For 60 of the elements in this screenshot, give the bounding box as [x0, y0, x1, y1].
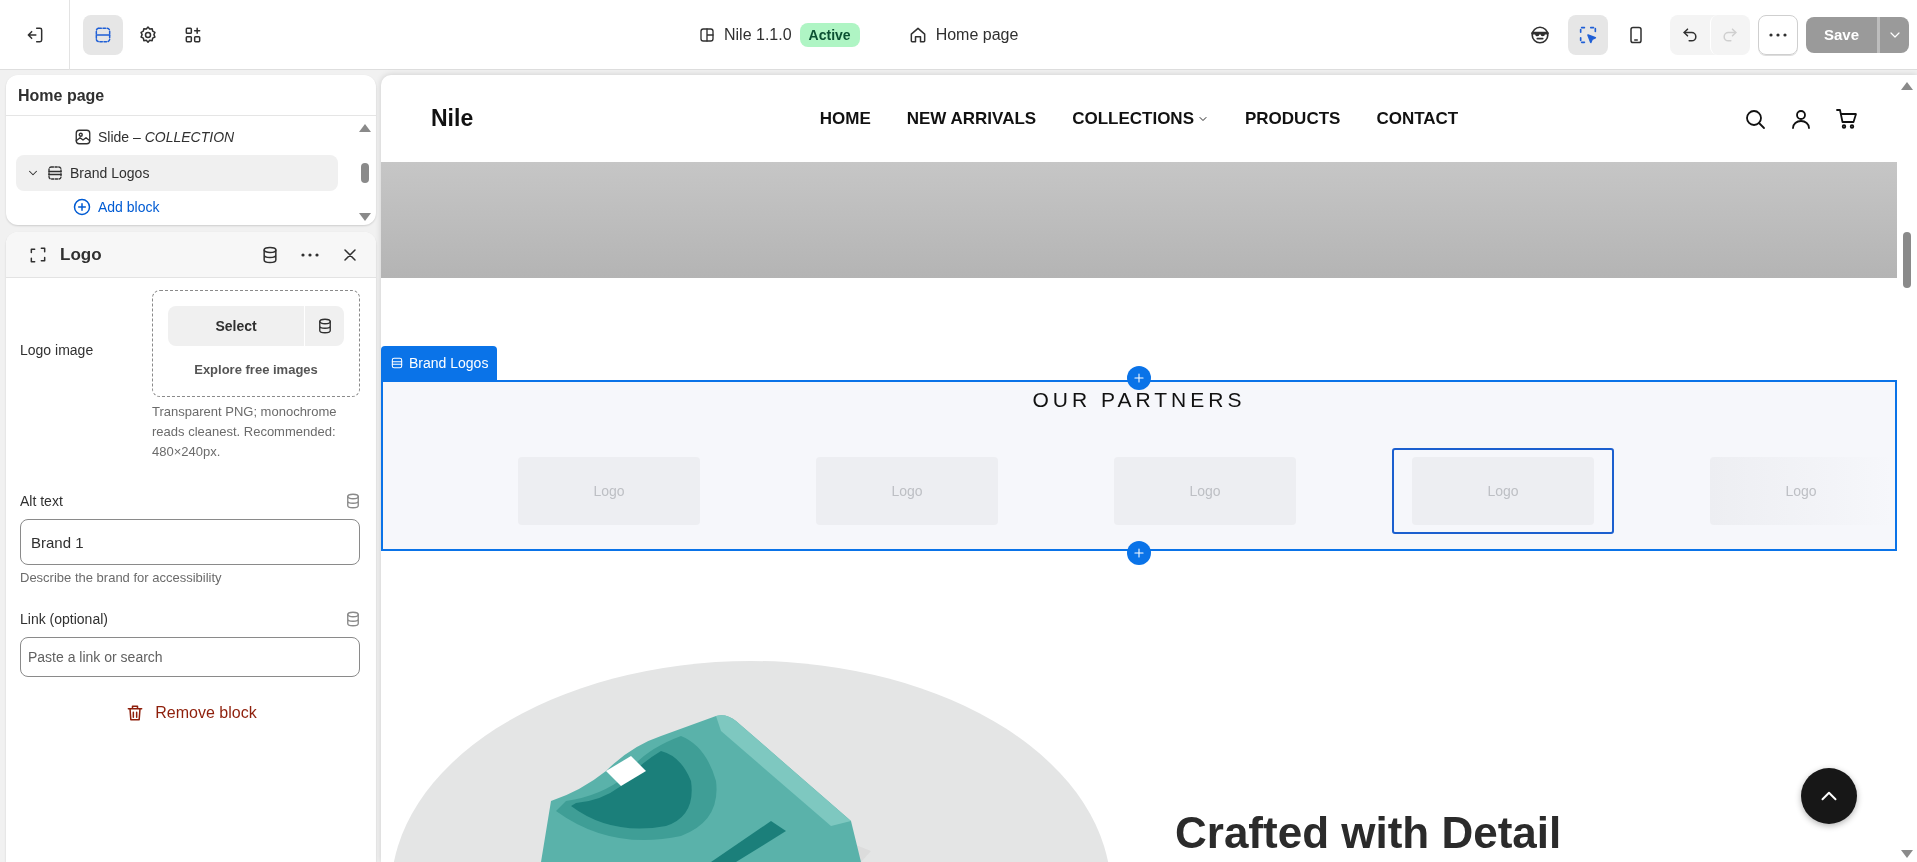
- page-name[interactable]: Home page: [935, 26, 1019, 44]
- image-icon: [74, 128, 92, 146]
- store-logo[interactable]: Nile: [431, 105, 474, 132]
- add-section-button[interactable]: [1127, 366, 1151, 390]
- nav-link[interactable]: CONTACT: [1376, 108, 1459, 129]
- status-badge: Active: [799, 23, 860, 47]
- dynamic-source-button[interactable]: [304, 306, 344, 346]
- tree-item-label: Brand Logos: [70, 165, 150, 181]
- select-view-button[interactable]: [1567, 14, 1608, 55]
- nav-link[interactable]: HOME: [819, 108, 871, 129]
- field-label: Logo image: [20, 341, 95, 358]
- field-label: Link (optional): [20, 611, 108, 627]
- back-to-top-button[interactable]: [1801, 768, 1857, 824]
- help-text: Describe the brand for accessibility: [20, 569, 223, 587]
- more-icon: [301, 252, 319, 257]
- more-icon: [1768, 32, 1787, 37]
- image-dropzone[interactable]: Select Explore free images: [152, 290, 360, 397]
- tree-item[interactable]: Slide – COLLECTION: [16, 119, 338, 155]
- help-text: Transparent PNG; monochrome reads cleanest. Recommended: 480×240px.: [152, 403, 338, 461]
- scrollbar-thumb[interactable]: [361, 162, 369, 183]
- database-icon: [344, 492, 362, 510]
- alt-text-field[interactable]: Brand 1: [20, 519, 360, 565]
- nav-link[interactable]: COLLECTIONS: [1072, 108, 1209, 129]
- section-heading: OUR PARTNERS: [1031, 388, 1247, 412]
- section-icon: [46, 164, 64, 182]
- scroll-up-icon[interactable]: [1901, 82, 1913, 90]
- add-block-label: Add block: [98, 199, 160, 215]
- scrollbar-thumb[interactable]: [1903, 232, 1911, 288]
- section-tag[interactable]: Brand Logos: [381, 346, 498, 380]
- face-icon: [1528, 23, 1551, 46]
- scroll-down-icon[interactable]: [1901, 850, 1913, 858]
- feature-heading: Crafted with Detail: [1175, 809, 1562, 857]
- plus-icon: [1132, 371, 1146, 385]
- scroll-down-icon[interactable]: [359, 213, 371, 221]
- explore-link[interactable]: Explore free images: [194, 362, 318, 381]
- cart-icon: [1835, 106, 1859, 131]
- panel-title: Home page: [6, 75, 376, 116]
- cart-button[interactable]: [1835, 106, 1859, 131]
- settings-icon: [138, 24, 158, 45]
- theme-name: Nile 1.1.0: [724, 26, 792, 44]
- add-circle-icon: [72, 197, 92, 217]
- nav-link[interactable]: PRODUCTS: [1245, 108, 1341, 129]
- theme-icon: [698, 26, 716, 44]
- remove-block-button[interactable]: Remove block: [125, 703, 257, 723]
- tree-item-label: Slide – COLLECTION: [98, 129, 235, 145]
- scroll-up-icon[interactable]: [359, 124, 371, 132]
- nav-link[interactable]: NEW ARRIVALS: [906, 108, 1037, 129]
- link-field[interactable]: Paste a link or search: [20, 637, 360, 677]
- database-icon: [344, 610, 362, 628]
- settings-title: Logo: [60, 244, 103, 265]
- tree-item[interactable]: Brand Logos: [16, 155, 338, 191]
- add-block-button[interactable]: Add block: [16, 191, 338, 223]
- add-section-button[interactable]: [1127, 541, 1151, 565]
- section-icon: [390, 356, 404, 370]
- section-tag-label: Brand Logos: [409, 355, 489, 371]
- plus-icon: [1132, 546, 1146, 560]
- sections-tool-button[interactable]: [83, 14, 123, 55]
- field-label: Alt text: [20, 493, 63, 509]
- database-icon: [260, 244, 280, 265]
- select-button[interactable]: Select: [168, 306, 304, 346]
